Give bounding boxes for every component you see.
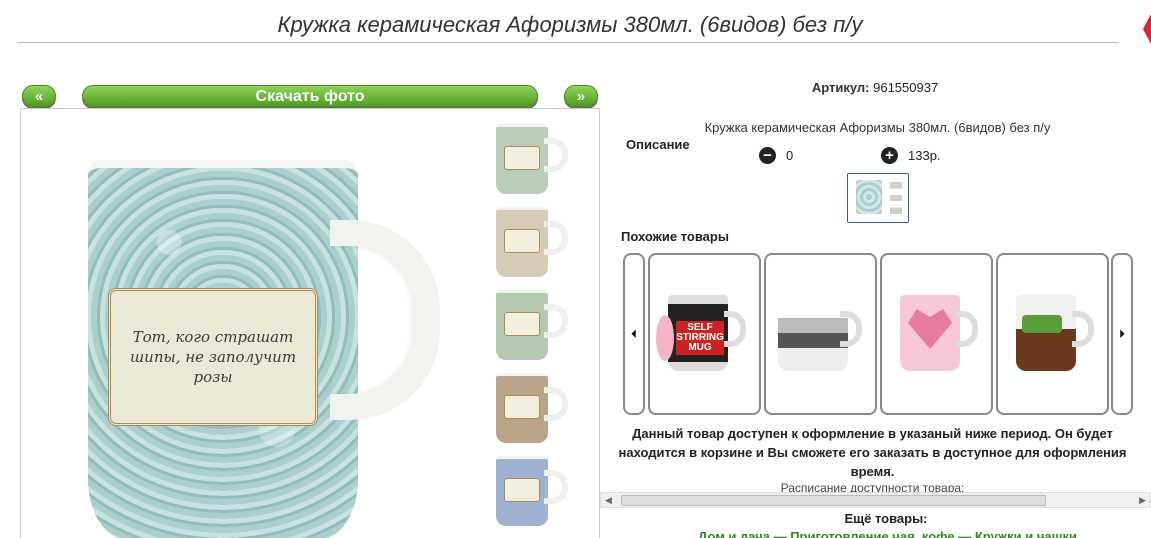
more-products-links[interactable]: Дом и дача — Приготовление чая, кофе — К…: [600, 529, 1151, 538]
thumbnail-label: [504, 229, 540, 253]
product-handle: [724, 311, 746, 347]
availability-notice: Данный товар доступен к оформление в ука…: [618, 426, 1127, 479]
gallery-thumbnail[interactable]: [490, 203, 580, 283]
product-handle: [840, 311, 862, 347]
plus-icon[interactable]: +: [881, 147, 898, 164]
gallery-thumbnail[interactable]: [490, 286, 580, 366]
scroll-left-icon[interactable]: ◀: [605, 495, 612, 506]
gallery-thumbnail[interactable]: [490, 120, 580, 200]
sku-label: Артикул:: [811, 80, 870, 95]
prev-photo-button[interactable]: «: [22, 85, 56, 107]
thumbnail-label: [504, 312, 540, 336]
thumbnail-label: [504, 478, 540, 502]
qty-decrease[interactable]: − 0: [759, 147, 793, 164]
thumbnail-handle: [544, 221, 568, 255]
qty-increase[interactable]: + 133р.: [881, 147, 941, 164]
mug-label: Тот, кого страшат шипы, не заполучит роз…: [108, 288, 318, 426]
thumbnail-handle: [544, 387, 568, 421]
gallery-thumbnail[interactable]: [490, 369, 580, 449]
download-photo-button[interactable]: Скачать фото: [82, 85, 538, 107]
product-print-label: SELF STIRRING MUG: [676, 321, 724, 355]
product-image: [1016, 295, 1076, 371]
horizontal-scrollbar[interactable]: ◀ ▶: [600, 492, 1151, 508]
title-divider: [18, 42, 1118, 43]
next-photo-button[interactable]: »: [564, 85, 598, 107]
carousel-next-button[interactable]: ⏵: [1111, 253, 1133, 415]
sku-line: Артикул: 961550937: [600, 80, 1150, 95]
qty-value: 0: [786, 148, 794, 163]
thumbnail-list: [490, 120, 580, 535]
variant-mug-image: [856, 180, 882, 214]
thumbnail-label: [504, 395, 540, 419]
similar-products-title: Похожие товары: [621, 229, 729, 244]
product-image: [778, 295, 848, 371]
description-label[interactable]: Описание: [626, 137, 690, 152]
similar-card-2[interactable]: [764, 253, 877, 415]
thumbnail-handle: [544, 470, 568, 504]
product-handle: [1072, 311, 1094, 347]
corner-ribbon: [1143, 14, 1151, 44]
variant-mug-strip: [890, 182, 902, 214]
thumbnail-handle: [544, 304, 568, 338]
selected-variant-thumb[interactable]: [847, 173, 909, 223]
chevron-left-icon: ⏴: [630, 326, 637, 341]
minus-icon[interactable]: −: [759, 147, 776, 164]
product-name: Кружка керамическая Афоризмы 380мл. (6ви…: [704, 120, 1051, 135]
scroll-right-icon[interactable]: ▶: [1139, 495, 1146, 506]
similar-card-1[interactable]: SELF STIRRING MUG: [648, 253, 761, 415]
mug-label-text: Тот, кого страшат шипы, не заполучит роз…: [129, 327, 297, 387]
product-handle: [956, 311, 978, 347]
price: 133р.: [908, 148, 941, 163]
scrollbar-thumb[interactable]: [621, 495, 1046, 506]
more-products-title: Ещё товары:: [844, 511, 928, 526]
gallery-thumbnail[interactable]: [490, 452, 580, 532]
similar-card-3[interactable]: [880, 253, 993, 415]
carousel-prev-button[interactable]: ⏴: [623, 253, 645, 415]
product-lid: [656, 315, 674, 361]
thumbnail-handle: [544, 138, 568, 172]
sku-value: 961550937: [873, 80, 939, 95]
page-title: Кружка керамическая Афоризмы 380мл. (6ви…: [277, 12, 863, 37]
car-decoration: [1022, 315, 1062, 333]
main-product-image[interactable]: Тот, кого страшат шипы, не заполучит роз…: [68, 160, 440, 538]
similar-card-4[interactable]: [996, 253, 1109, 415]
thumbnail-label: [504, 146, 540, 170]
chevron-right-icon: ⏵: [1118, 326, 1125, 341]
